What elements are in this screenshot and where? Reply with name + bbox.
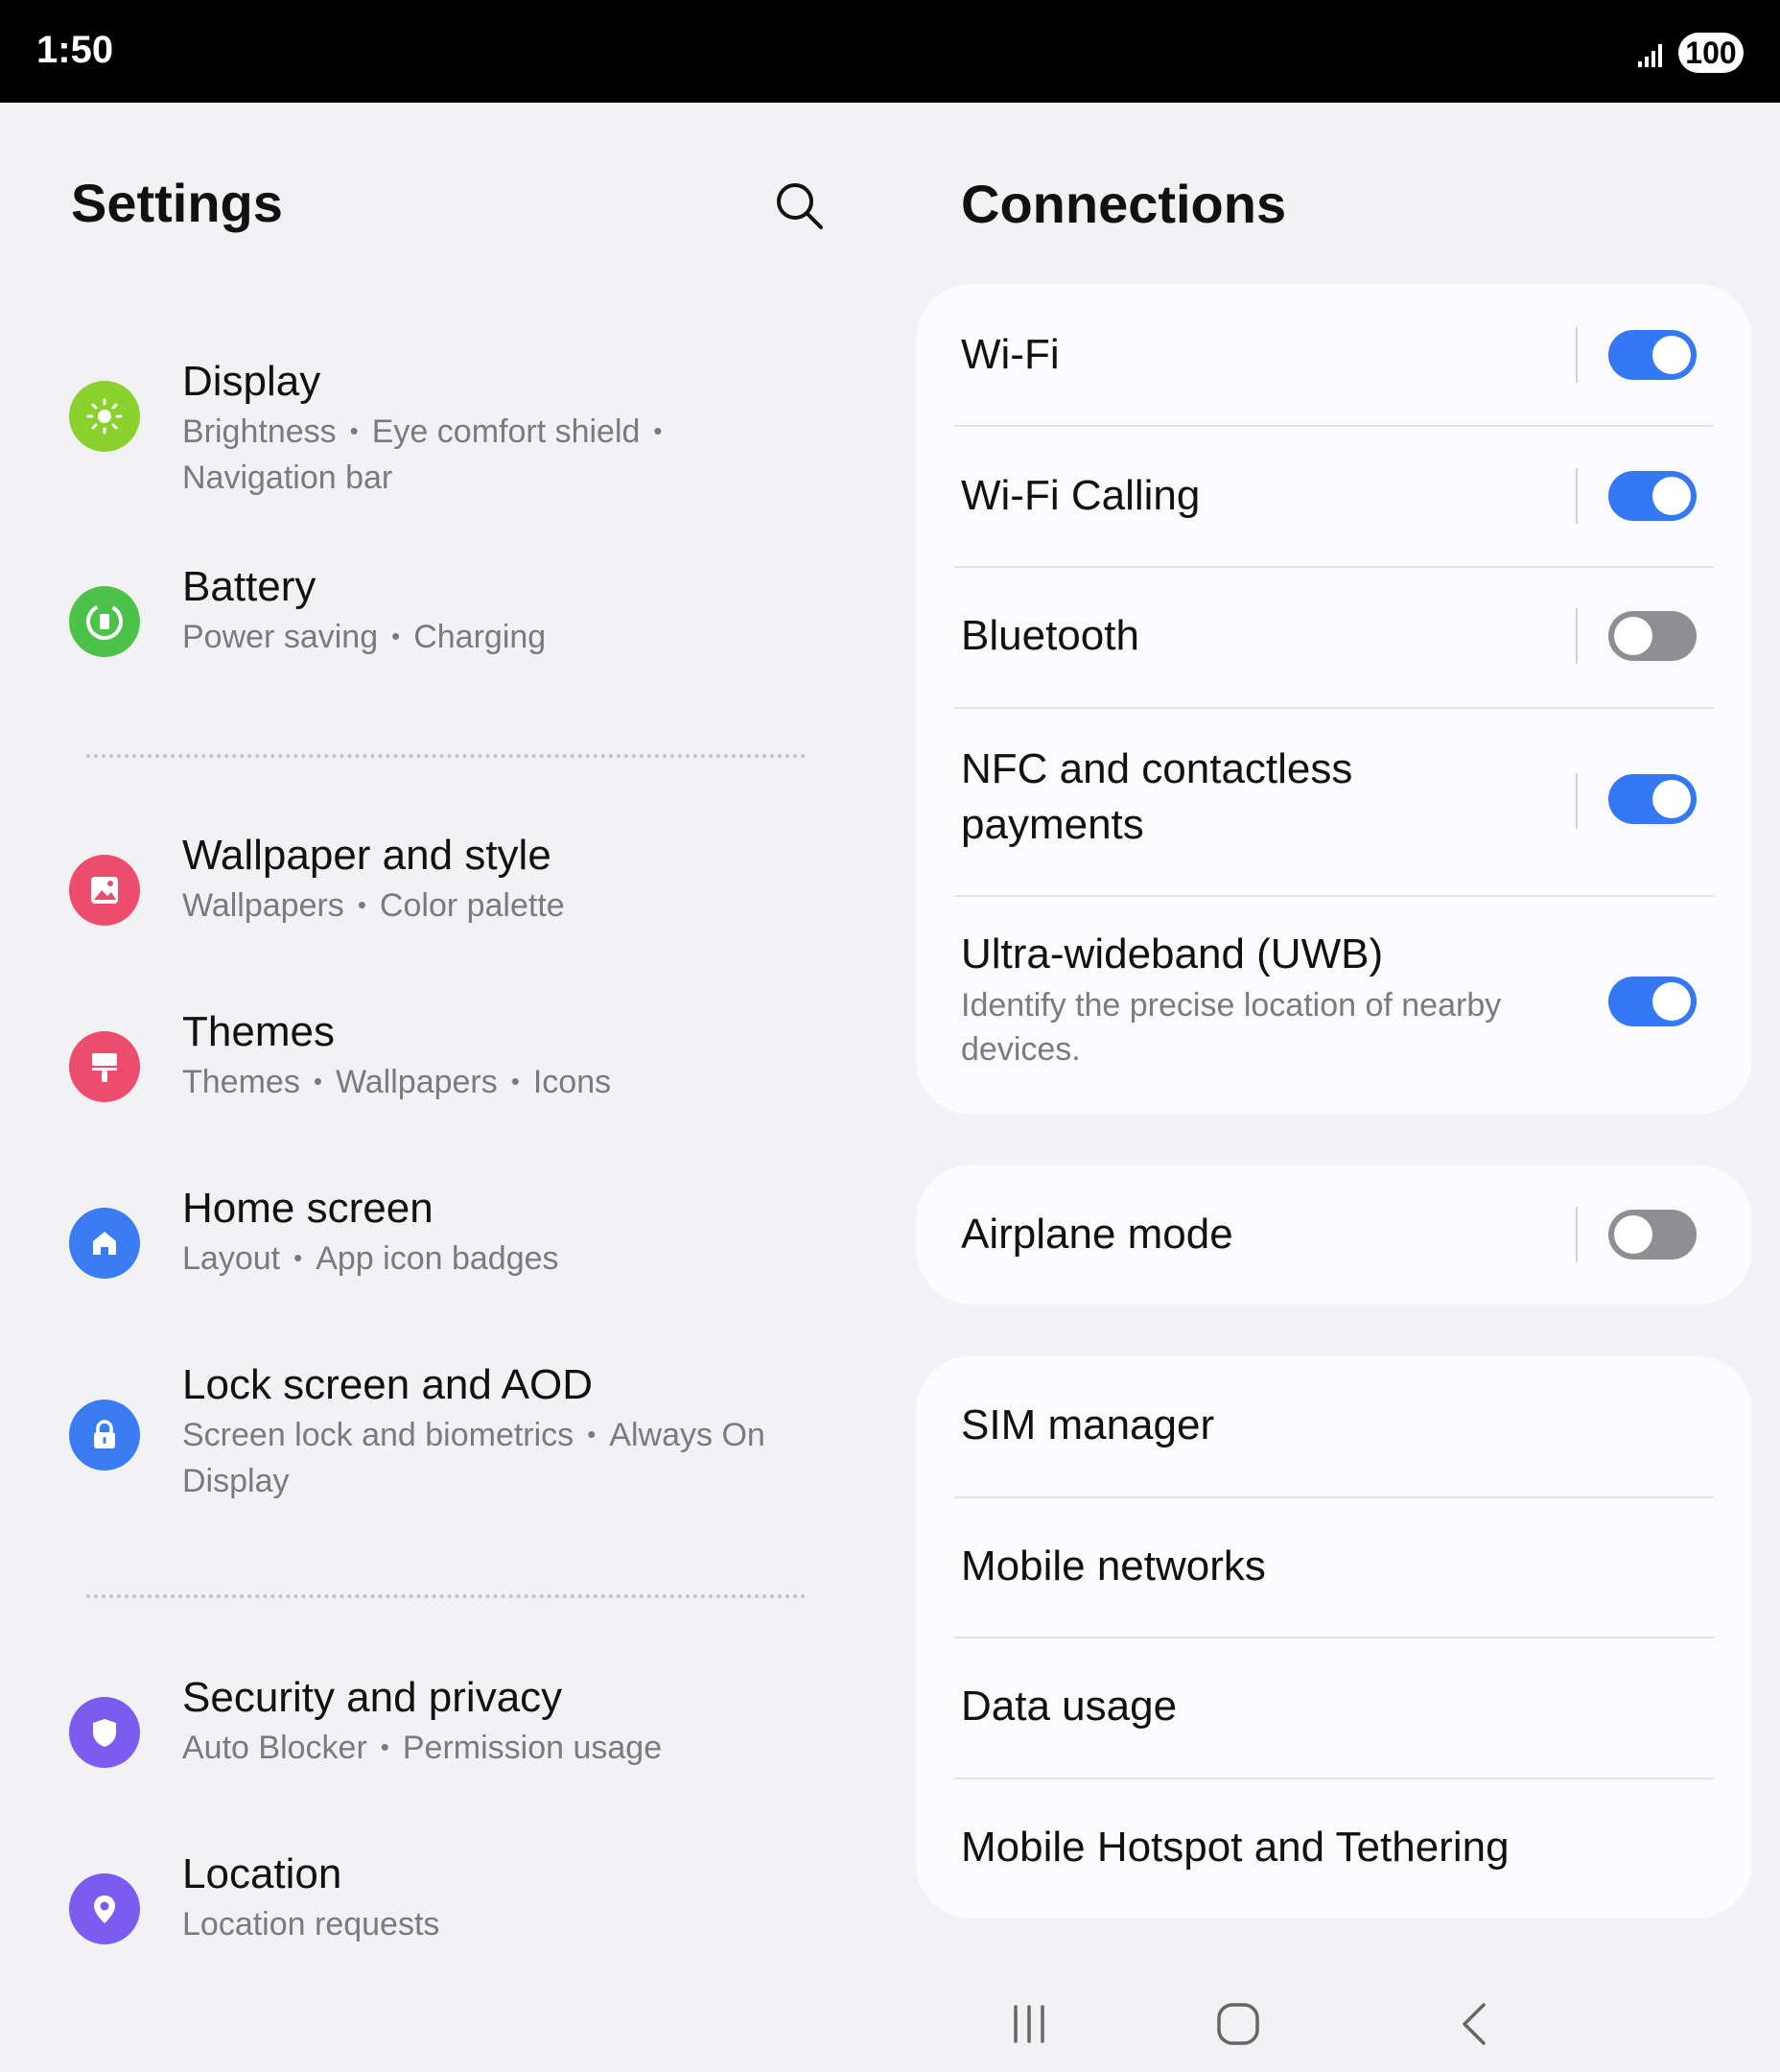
mobile-hotspot-row[interactable]: Mobile Hotspot and Tethering (916, 1778, 1752, 1919)
row-divider (1576, 327, 1578, 383)
paintbrush-icon (69, 1031, 140, 1102)
row-label: Mobile networks (961, 1542, 1266, 1589)
location-pin-icon (69, 1873, 140, 1944)
settings-item-display[interactable]: Display Brightness • Eye comfort shield • Na… (0, 342, 863, 496)
nfc-row[interactable]: NFC and contactless payments (916, 707, 1752, 895)
row-label: Wi-Fi (961, 331, 1060, 378)
settings-item-subtitle: Wallpapers • Color palette (182, 887, 565, 924)
settings-item-subtitle: Screen lock and biometrics • Always On Disp… (182, 1417, 765, 1500)
signal-icon (1638, 44, 1662, 67)
home-nav-icon (1217, 2003, 1259, 2045)
section-divider (86, 1594, 806, 1598)
settings-item-title: Location (182, 1850, 342, 1897)
image-icon (69, 855, 140, 926)
settings-item-home-screen[interactable]: Home screen Layout • App icon badges (0, 1185, 863, 1300)
connections-card-airplane: Airplane mode (916, 1165, 1752, 1305)
search-icon (777, 183, 823, 229)
settings-item-subtitle: Location requests (182, 1906, 440, 1942)
home-button[interactable] (1204, 1990, 1273, 2059)
settings-item-subtitle: Layout • App icon badges (182, 1240, 559, 1277)
row-label: SIM manager (961, 1401, 1215, 1448)
row-divider (1576, 1207, 1578, 1262)
nfc-toggle[interactable] (1608, 774, 1697, 824)
status-time: 1:50 (36, 29, 114, 71)
wifi-calling-row[interactable]: Wi-Fi Calling (916, 426, 1752, 566)
settings-item-title: Display (182, 358, 321, 405)
recents-button[interactable] (995, 1990, 1064, 2059)
row-label: Data usage (961, 1683, 1178, 1730)
airplane-mode-toggle[interactable] (1608, 1210, 1697, 1260)
connections-card-network: SIM manager Mobile networks Data usage M… (916, 1355, 1752, 1919)
row-divider (1576, 468, 1578, 524)
uwb-toggle[interactable] (1608, 977, 1697, 1026)
row-label: Wi-Fi Calling (961, 472, 1201, 519)
settings-item-battery[interactable]: Battery Power saving • Charging (0, 563, 863, 678)
settings-item-location[interactable]: Location Location requests (0, 1850, 863, 1966)
settings-item-title: Lock screen and AOD (182, 1361, 594, 1408)
airplane-mode-row[interactable]: Airplane mode (916, 1165, 1752, 1305)
settings-item-wallpaper[interactable]: Wallpaper and style Wallpapers • Color pal… (0, 832, 863, 947)
settings-item-title: Wallpaper and style (182, 832, 551, 879)
lock-icon (69, 1400, 140, 1471)
row-label: Airplane mode (961, 1211, 1233, 1258)
sun-icon (69, 381, 140, 452)
data-usage-row[interactable]: Data usage (916, 1636, 1752, 1777)
recents-icon (1014, 2005, 1044, 2043)
home-icon (69, 1208, 140, 1279)
row-divider (1576, 608, 1578, 664)
settings-item-security[interactable]: Security and privacy Auto Blocker • Permis… (0, 1674, 863, 1789)
mobile-networks-row[interactable]: Mobile networks (916, 1496, 1752, 1636)
status-bar: 1:50 100 (0, 0, 1780, 103)
wifi-calling-toggle[interactable] (1608, 471, 1697, 521)
settings-item-themes[interactable]: Themes Themes • Wallpapers • Icons (0, 1008, 863, 1123)
search-button[interactable] (769, 176, 831, 237)
settings-item-subtitle: Auto Blocker • Permission usage (182, 1730, 663, 1766)
sim-manager-row[interactable]: SIM manager (916, 1355, 1752, 1495)
settings-item-subtitle: Power saving • Charging (182, 619, 547, 655)
settings-item-subtitle: Brightness • Eye comfort shield • Navigation… (182, 413, 663, 497)
section-divider (86, 754, 806, 758)
wifi-toggle[interactable] (1608, 330, 1697, 380)
battery-level-badge: 100 (1678, 33, 1744, 73)
back-button[interactable] (1441, 1990, 1511, 2059)
shield-icon (69, 1697, 140, 1768)
navigation-bar (916, 1976, 1752, 2072)
bluetooth-row[interactable]: Bluetooth (916, 566, 1752, 706)
bluetooth-toggle[interactable] (1608, 611, 1697, 661)
settings-item-title: Security and privacy (182, 1674, 563, 1721)
row-divider (1576, 773, 1578, 829)
settings-item-lock-screen[interactable]: Lock screen and AOD Screen lock and biom… (0, 1361, 863, 1515)
connections-title: Connections (961, 174, 1287, 234)
row-label: Mobile Hotspot and Tethering (961, 1824, 1510, 1871)
row-subtitle: Identify the precise location of nearby d… (961, 987, 1502, 1068)
settings-item-title: Home screen (182, 1185, 433, 1232)
settings-item-subtitle: Themes • Wallpapers • Icons (182, 1064, 612, 1100)
connections-card-primary: Wi-Fi Wi-Fi Calling Bluetooth NFC and co… (916, 284, 1752, 1115)
uwb-row[interactable]: Ultra-wideband (UWB) Identify the precis… (916, 895, 1752, 1115)
settings-list-panel: Settings Display Brightness • Eye comfort … (0, 103, 892, 1976)
row-label: Ultra-wideband (UWB) (961, 930, 1384, 977)
settings-item-title: Themes (182, 1008, 335, 1055)
battery-icon (69, 586, 140, 657)
back-icon (1463, 2003, 1486, 2045)
wifi-row[interactable]: Wi-Fi (916, 284, 1752, 426)
page-title: Settings (71, 173, 283, 233)
row-label: Bluetooth (961, 612, 1139, 659)
row-label: NFC and contactless payments (961, 745, 1353, 848)
settings-item-title: Battery (182, 563, 316, 610)
